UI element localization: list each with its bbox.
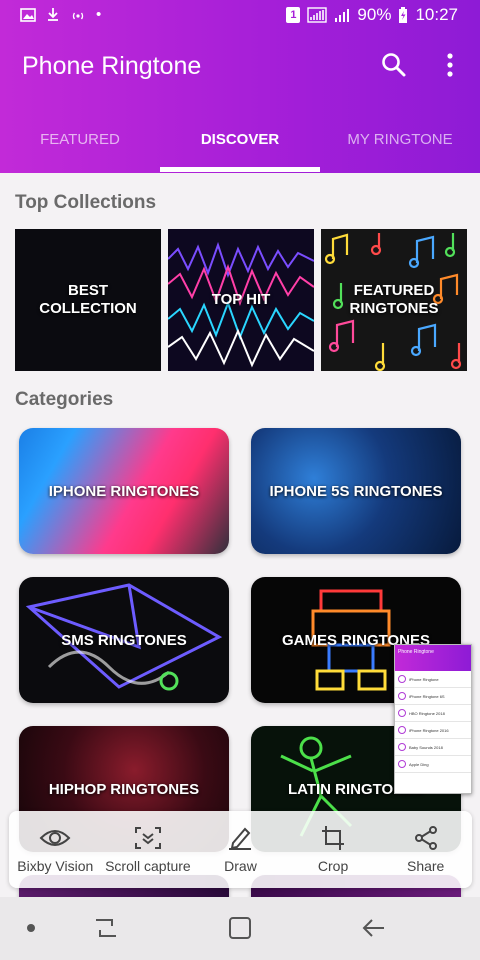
preview-row: iPhone Ringtone 6S xyxy=(395,688,471,705)
category-label: HIPHOP RINGTONES xyxy=(48,780,200,798)
preview-header: Phone Ringtone xyxy=(395,645,471,671)
scroll-capture-button[interactable]: Scroll capture xyxy=(102,811,195,888)
category-iphone[interactable]: IPHONE RINGTONES xyxy=(19,428,229,554)
tool-label: Scroll capture xyxy=(105,858,191,874)
system-navigation-bar xyxy=(0,897,480,960)
signal-2-icon xyxy=(335,9,350,22)
crop-icon xyxy=(322,826,345,850)
preview-row-text: HBO Ringtone 2018 xyxy=(409,710,445,716)
preview-title: Phone Ringtone xyxy=(398,649,434,655)
crop-button[interactable]: Crop xyxy=(287,811,380,888)
play-icon xyxy=(398,675,406,683)
tab-indicator xyxy=(160,167,320,172)
collection-label: BEST COLLECTION xyxy=(39,282,137,317)
recent-apps-icon[interactable] xyxy=(92,916,120,940)
category-label: IPHONE 5S RINGTONES xyxy=(269,482,443,500)
tool-label: Bixby Vision xyxy=(17,858,94,874)
category-label: IPHONE RINGTONES xyxy=(48,482,200,500)
preview-row: Baby Sounds 2018 xyxy=(395,739,471,756)
image-notification-icon xyxy=(20,7,36,22)
preview-row-text: Apple Ding xyxy=(409,761,429,767)
status-bar: • 1 90% 10:27 xyxy=(0,0,480,32)
eye-icon xyxy=(39,830,71,846)
clock: 10:27 xyxy=(415,5,458,24)
tab-my-ringtone[interactable]: MY RINGTONE xyxy=(320,118,480,173)
app-header: • 1 90% 10:27 Phone Ringtone FEATURED DI… xyxy=(0,0,480,173)
app-title: Phone Ringtone xyxy=(22,52,202,80)
sim-icon: 1 xyxy=(286,7,301,23)
collection-best[interactable]: BEST COLLECTION xyxy=(15,229,161,371)
share-icon xyxy=(414,826,437,850)
category-sms[interactable]: SMS RINGTONES xyxy=(19,577,229,703)
dot-icon xyxy=(27,924,35,932)
play-icon xyxy=(398,692,406,700)
battery-charging-icon xyxy=(399,6,408,23)
preview-row-text: iPhone Ringtone xyxy=(409,676,439,682)
collection-label: FEATURED RINGTONES xyxy=(349,282,439,317)
screenshot-preview-thumbnail[interactable]: Phone Ringtone iPhone Ringtone iPhone Ri… xyxy=(394,644,472,794)
category-iphone-5s[interactable]: IPHONE 5S RINGTONES xyxy=(251,428,461,554)
top-collections-title: Top Collections xyxy=(15,192,157,213)
hotspot-icon xyxy=(72,12,84,19)
share-button[interactable]: Share xyxy=(379,811,472,888)
home-icon[interactable] xyxy=(227,915,253,941)
play-icon xyxy=(398,743,406,751)
collection-top-hit[interactable]: TOP HIT xyxy=(168,229,314,371)
battery-percent: 90% xyxy=(357,5,392,24)
categories-title: Categories xyxy=(15,389,114,410)
play-icon xyxy=(398,726,406,734)
tool-label: Share xyxy=(406,858,445,874)
pen-icon xyxy=(229,827,252,850)
category-label: SMS RINGTONES xyxy=(61,631,187,649)
preview-row: Apple Ding xyxy=(395,756,471,773)
preview-row-text: iPhone Ringtone 6S xyxy=(409,693,445,699)
download-icon xyxy=(48,8,58,21)
tab-discover[interactable]: DISCOVER xyxy=(160,118,320,173)
tool-label: Draw xyxy=(224,858,257,874)
more-vert-icon[interactable] xyxy=(440,52,460,83)
preview-row: iPhone Ringtone xyxy=(395,671,471,688)
signal-icon xyxy=(307,7,328,23)
preview-row-text: iPhone Ringtone 2016 xyxy=(409,727,449,733)
smart-capture-toolbar: Bixby Vision Scroll capture Draw Crop Sh… xyxy=(9,811,472,888)
collection-label: TOP HIT xyxy=(211,291,271,308)
tool-label: Crop xyxy=(317,858,349,874)
preview-row: HBO Ringtone 2018 xyxy=(395,705,471,722)
draw-button[interactable]: Draw xyxy=(194,811,287,888)
collection-featured[interactable]: FEATURED RINGTONES xyxy=(321,229,467,371)
tab-bar: FEATURED DISCOVER MY RINGTONE xyxy=(0,118,480,173)
play-icon xyxy=(398,760,406,768)
tab-featured[interactable]: FEATURED xyxy=(0,118,160,173)
play-icon xyxy=(398,709,406,717)
back-icon[interactable] xyxy=(360,916,388,940)
preview-row-text: Baby Sounds 2018 xyxy=(409,744,443,750)
preview-row: iPhone Ringtone 2016 xyxy=(395,722,471,739)
notification-dot-icon: • xyxy=(96,6,102,23)
search-icon[interactable] xyxy=(381,52,407,83)
scroll-capture-icon xyxy=(134,827,161,849)
bixby-vision-button[interactable]: Bixby Vision xyxy=(9,811,102,888)
